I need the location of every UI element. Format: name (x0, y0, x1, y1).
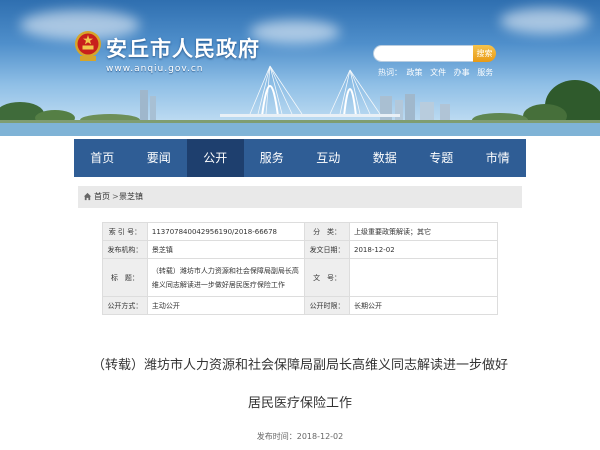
nav-item-data[interactable]: 数据 (357, 139, 414, 177)
meta-publisher-value: 景芝镇 (146, 240, 306, 259)
nav-item-home[interactable]: 首页 (74, 139, 131, 177)
meta-label: 分 类： (304, 222, 350, 241)
breadcrumb: 首页 > 景芝镇 (78, 186, 522, 208)
meta-label: 索 引 号： (102, 222, 148, 241)
nav-item-city-info[interactable]: 市情 (470, 139, 527, 177)
search-box (373, 45, 474, 65)
header-banner: 安丘市人民政府 www.anqiu.gov.cn 搜索 热词： 政策 文件 办事… (0, 0, 600, 136)
home-icon (83, 192, 92, 201)
meta-label: 发文日期： (304, 240, 350, 259)
hot-word-link[interactable]: 政策 (407, 68, 423, 77)
meta-docno-value (349, 258, 498, 297)
main-nav: 首页 要闻 公开 服务 互动 数据 专题 市情 (74, 139, 526, 177)
meta-index-value: 113707840042956190/2018-66678 (146, 222, 306, 241)
hot-words-label: 热词： (378, 68, 402, 77)
city-skyline-image (0, 65, 600, 136)
meta-method-value: 主动公开 (146, 296, 306, 315)
meta-category-value: 上级重要政策解读；其它 (349, 222, 498, 241)
meta-date-value: 2018-12-02 (349, 240, 498, 259)
search-input[interactable] (380, 52, 472, 65)
hot-word-link[interactable]: 服务 (477, 68, 493, 77)
nav-item-public[interactable]: 公开 (187, 139, 244, 177)
meta-label: 标 题： (102, 258, 148, 297)
breadcrumb-separator: > (112, 192, 119, 201)
national-emblem-logo (75, 31, 101, 61)
meta-label: 发布机构： (102, 240, 148, 259)
document-meta-table: 索 引 号： 113707840042956190/2018-66678 分 类… (102, 222, 498, 315)
breadcrumb-home-link[interactable]: 首页 (94, 186, 110, 208)
meta-label: 公开时限： (304, 296, 350, 315)
cloud-decoration (500, 8, 590, 34)
hot-word-link[interactable]: 办事 (454, 68, 470, 77)
nav-item-interaction[interactable]: 互动 (300, 139, 357, 177)
site-title[interactable]: 安丘市人民政府 (106, 33, 260, 63)
nav-item-topics[interactable]: 专题 (413, 139, 470, 177)
nav-item-service[interactable]: 服务 (244, 139, 301, 177)
site-url: www.anqiu.gov.cn (106, 64, 204, 74)
search-button[interactable]: 搜索 (473, 45, 496, 62)
hot-word-link[interactable]: 文件 (430, 68, 446, 77)
meta-title-value: （转载）潍坊市人力资源和社会保障局副局长高维义同志解读进一步做好居民医疗保险工作 (146, 258, 306, 297)
article-title: （转载）潍坊市人力资源和社会保障局副局长高维义同志解读进一步做好居民医疗保险工作 (91, 358, 508, 411)
nav-item-news[interactable]: 要闻 (131, 139, 188, 177)
content-area: 首页 > 景芝镇 索 引 号： 113707840042956190/2018-… (74, 177, 526, 450)
meta-label: 公开方式： (102, 296, 148, 315)
hot-words: 热词： 政策 文件 办事 服务 (378, 67, 498, 78)
meta-period-value: 长期公开 (349, 296, 498, 315)
cloud-decoration (250, 20, 340, 44)
breadcrumb-current[interactable]: 景芝镇 (119, 186, 143, 208)
publish-time: 发布时间：2018-12-02 (256, 432, 344, 441)
meta-label: 文 号： (304, 258, 350, 297)
